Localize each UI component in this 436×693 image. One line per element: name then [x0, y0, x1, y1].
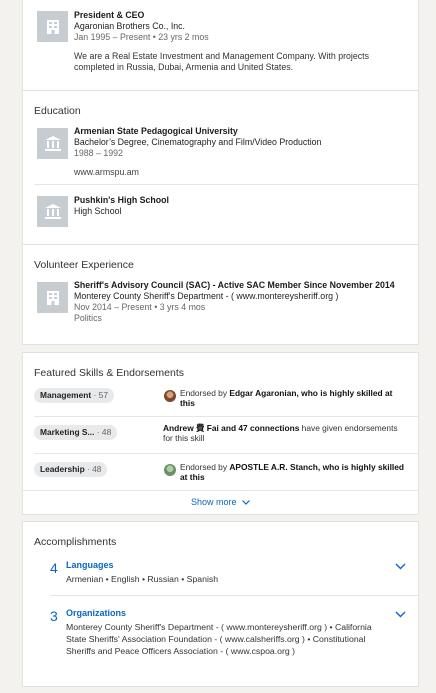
- school-logo[interactable]: [37, 196, 68, 227]
- endorser-name[interactable]: Andrew 費 Fai and 47 connections: [163, 423, 299, 433]
- skill-count: 57: [98, 390, 108, 400]
- show-more-button[interactable]: Show more: [23, 497, 418, 507]
- school-name[interactable]: Pushkin's High School: [74, 195, 408, 206]
- education-card: Education Armenian State Pedagogical Uni…: [22, 91, 419, 245]
- skill-pill[interactable]: Management · 57: [34, 388, 114, 403]
- chevron-down-icon[interactable]: [395, 611, 406, 618]
- school-degree: High School: [74, 206, 122, 216]
- school-icon: [44, 136, 61, 151]
- organizations-list: Monterey County Sheriff's Department - (…: [66, 622, 372, 656]
- accomplishments-heading: Accomplishments: [34, 536, 117, 548]
- languages-list: Armenian • English • Russian • Spanish: [66, 574, 219, 584]
- skills-heading: Featured Skills & Endorsements: [34, 367, 184, 379]
- languages-count: 4: [50, 560, 58, 576]
- endorser-avatar[interactable]: [164, 390, 176, 402]
- school-dates: 1988 – 1992: [74, 148, 123, 158]
- skill-name: Management: [40, 390, 92, 400]
- building-icon: [46, 19, 59, 34]
- skill-divider: [34, 416, 418, 417]
- volunteer-dates: Nov 2014 – Present • 3 yrs 4 mos: [74, 302, 206, 312]
- endorsement-text: Endorsed by APOSTLE A.R. Stanch, who is …: [180, 462, 405, 482]
- volunteer-entry: Sheriff's Advisory Council (SAC) - Activ…: [74, 280, 408, 324]
- organizations-count: 3: [50, 608, 58, 624]
- accomplishment-divider: [50, 595, 418, 596]
- experience-title[interactable]: President & CEO: [74, 10, 408, 21]
- skill-name: Marketing S...: [40, 427, 95, 437]
- school-degree: Bachelor’s Degree, Cinematography and Fi…: [74, 137, 322, 147]
- building-icon: [46, 290, 59, 305]
- skill-row: Management · 57 Endorsed by Edgar Agaron…: [23, 381, 418, 417]
- volunteer-cause: Politics: [74, 313, 102, 323]
- school-icon: [44, 204, 61, 219]
- endorsement-text: Endorsed by Edgar Agaronian, who is high…: [180, 388, 393, 408]
- organizations-title[interactable]: Organizations: [66, 608, 126, 618]
- volunteer-org-logo[interactable]: [37, 282, 68, 313]
- endorser-avatar[interactable]: [164, 464, 176, 476]
- company-logo[interactable]: [37, 11, 68, 42]
- school-name[interactable]: Armenian State Pedagogical University: [74, 126, 408, 137]
- experience-dates: Jan 1995 – Present • 23 yrs 2 mos: [74, 32, 209, 42]
- skill-name: Leadership: [40, 464, 85, 474]
- skill-divider: [23, 490, 418, 491]
- skill-count: 48: [101, 427, 112, 437]
- skill-row: Marketing S... · 48 Andrew 費 Fai and 47 …: [23, 418, 418, 454]
- accomplishments-card: Accomplishments 4 Languages Armenian • E…: [22, 521, 419, 687]
- skills-card: Featured Skills & Endorsements Managemen…: [22, 352, 419, 515]
- experience-description: We are a Real Estate Investment and Mana…: [74, 51, 370, 72]
- skill-pill[interactable]: Leadership · 48: [34, 462, 108, 477]
- education-entry: Pushkin's High School High School: [74, 195, 408, 217]
- volunteer-role[interactable]: Sheriff's Advisory Council (SAC) - Activ…: [74, 280, 408, 291]
- languages-title[interactable]: Languages: [66, 560, 114, 570]
- skill-divider: [34, 453, 418, 454]
- volunteer-heading: Volunteer Experience: [34, 259, 134, 271]
- school-logo[interactable]: [37, 128, 68, 159]
- skill-pill[interactable]: Marketing S... · 48: [34, 425, 118, 440]
- experience-entry: President & CEO Agaronian Brothers Co., …: [74, 10, 408, 73]
- education-entry: Armenian State Pedagogical University Ba…: [74, 126, 408, 178]
- experience-company[interactable]: Agaronian Brothers Co., Inc.: [74, 21, 408, 32]
- volunteer-card: Volunteer Experience Sheriff's Advisory …: [22, 245, 419, 345]
- skill-row: Leadership · 48 Endorsed by APOSTLE A.R.…: [23, 455, 418, 491]
- endorsement-text: Andrew 費 Fai and 47 connections have giv…: [163, 423, 398, 443]
- education-heading: Education: [34, 105, 81, 117]
- skill-count: 48: [92, 464, 102, 474]
- education-divider: [34, 184, 418, 185]
- experience-card: President & CEO Agaronian Brothers Co., …: [22, 0, 419, 91]
- volunteer-org: Monterey County Sheriff's Department - (…: [74, 291, 339, 301]
- chevron-down-icon[interactable]: [395, 563, 406, 570]
- school-link[interactable]: www.armspu.am: [74, 167, 408, 178]
- chevron-down-icon: [242, 500, 250, 505]
